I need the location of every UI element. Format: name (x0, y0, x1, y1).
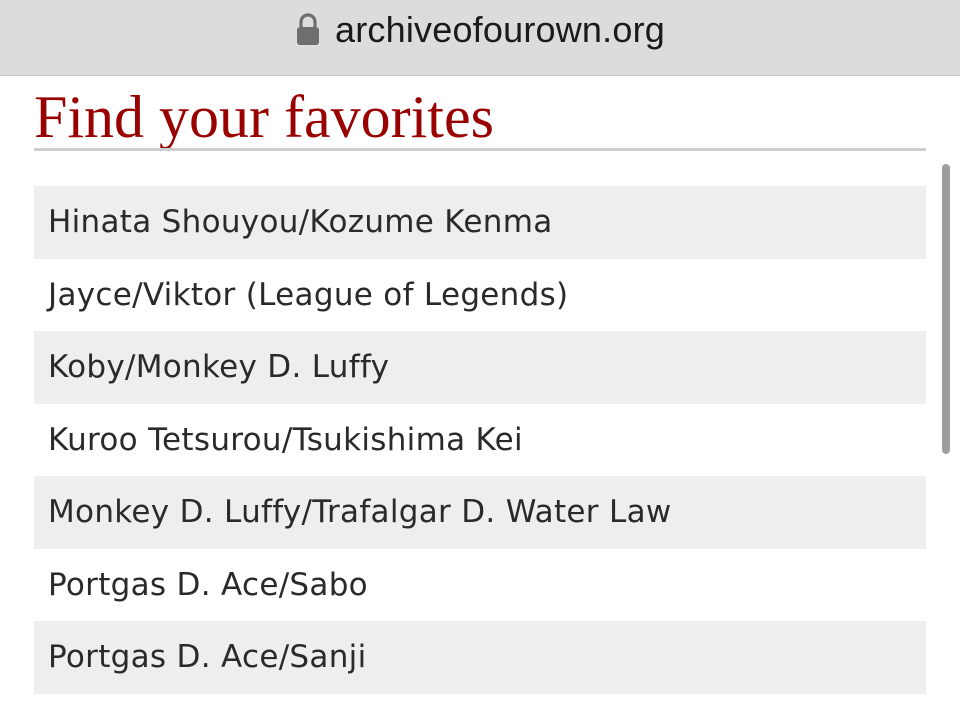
page-title: Find your favorites (34, 84, 494, 150)
title-divider (34, 148, 926, 151)
favorite-item[interactable]: Jayce/Viktor (League of Legends) (34, 259, 926, 332)
favorite-item[interactable]: Portgas D. Ace/Sabo (34, 549, 926, 622)
scrollbar[interactable] (942, 164, 950, 454)
favorite-item[interactable]: Koby/Monkey D. Luffy (34, 331, 926, 404)
page-content: Find your favorites Hinata Shouyou/Kozum… (0, 76, 960, 715)
favorites-list: Hinata Shouyou/Kozume Kenma Jayce/Viktor… (34, 186, 926, 694)
favorite-item[interactable]: Hinata Shouyou/Kozume Kenma (34, 186, 926, 259)
address-bar-content[interactable]: archiveofourown.org (295, 8, 665, 52)
address-bar[interactable]: archiveofourown.org (0, 0, 960, 76)
url-text[interactable]: archiveofourown.org (335, 9, 665, 51)
favorite-item[interactable]: Kuroo Tetsurou/Tsukishima Kei (34, 404, 926, 477)
lock-icon (297, 13, 319, 45)
favorite-item[interactable]: Portgas D. Ace/Sanji (34, 621, 926, 694)
favorite-item[interactable]: Monkey D. Luffy/Trafalgar D. Water Law (34, 476, 926, 549)
